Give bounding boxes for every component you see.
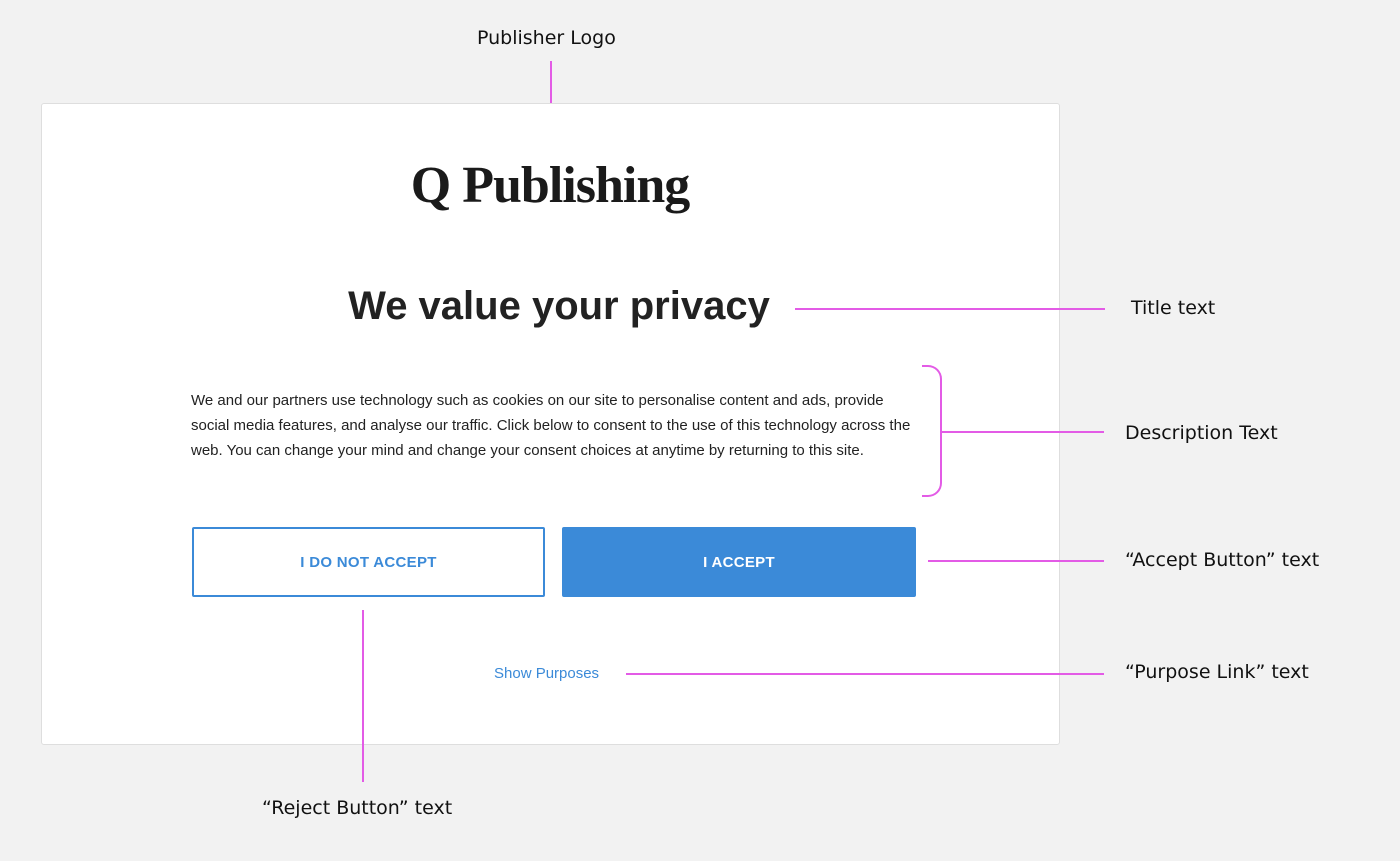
annotation-line-description [942, 431, 1104, 433]
dialog-title: We value your privacy [348, 284, 770, 328]
annotation-line-reject [362, 610, 364, 782]
dialog-description: We and our partners use technology such … [191, 392, 911, 459]
annotation-line-purpose [626, 673, 1104, 675]
annotation-publisher-logo: Publisher Logo [477, 27, 616, 49]
annotation-title-text: Title text [1131, 297, 1216, 319]
publisher-logo: Q Publishing [410, 157, 690, 214]
annotation-description-text: Description Text [1125, 422, 1278, 444]
show-purposes-link[interactable]: Show Purposes [494, 665, 599, 683]
annotation-accept-button-text: “Accept Button” text [1125, 549, 1320, 571]
annotation-bracket-description [922, 365, 942, 497]
annotation-reject-button-text: “Reject Button” text [262, 797, 453, 819]
reject-button[interactable]: I DO NOT ACCEPT [192, 527, 545, 597]
annotation-purpose-link-text: “Purpose Link” text [1125, 661, 1309, 683]
annotation-line-accept [928, 560, 1104, 562]
annotation-line-title [795, 308, 1105, 310]
accept-button[interactable]: I ACCEPT [562, 527, 916, 597]
